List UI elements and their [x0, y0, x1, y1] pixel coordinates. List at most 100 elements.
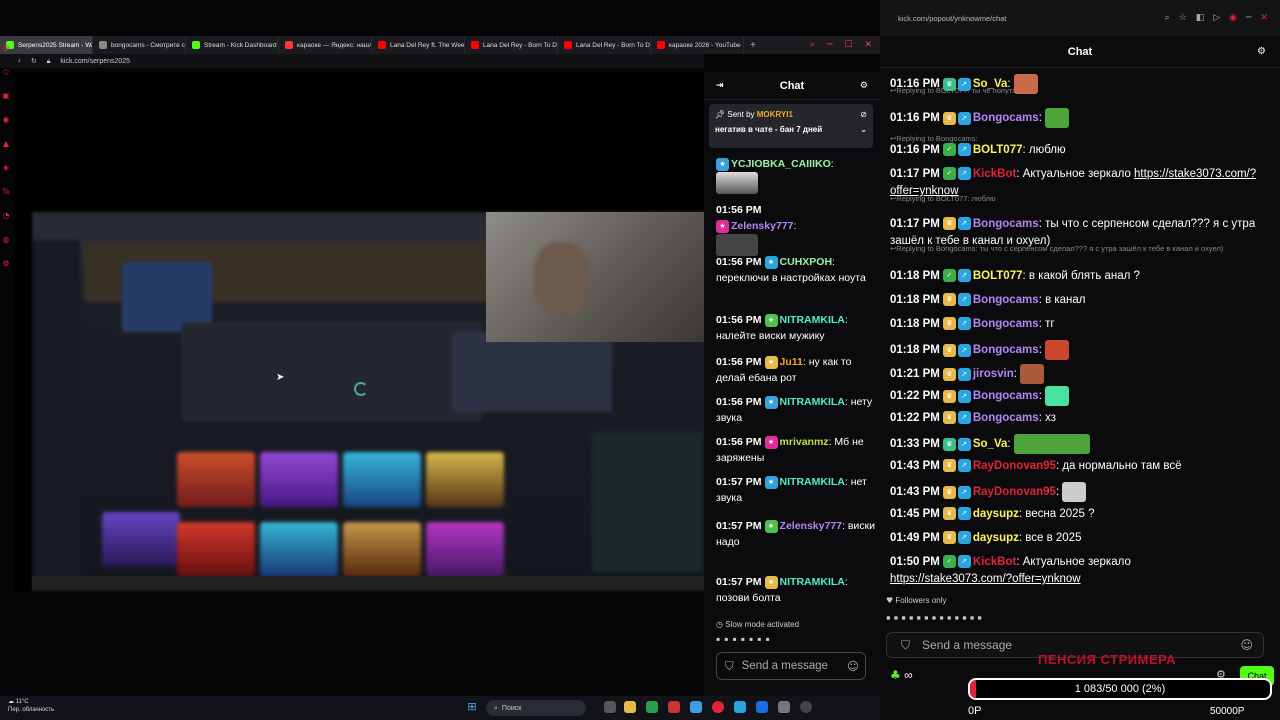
play-icon[interactable]: ▷ [1213, 13, 1220, 23]
message-time: 01:16 PM [890, 144, 940, 156]
sidebar-icon-3[interactable]: ▣ [2, 92, 10, 100]
popout-emote-row[interactable]: ▪▪▪▪▪▪▪▪▪▪▪▪▪ [886, 610, 985, 625]
message-username[interactable]: NITRAMKILA [780, 314, 845, 326]
points-display[interactable]: ♣ ∞ [890, 668, 913, 682]
user-badge-icon: ♛ [942, 317, 956, 331]
url-text[interactable]: kick.com/serpens2025 [60, 58, 130, 65]
message-username[interactable]: BOLT077 [973, 144, 1023, 156]
hide-pin-icon[interactable]: ⊘ [860, 110, 867, 119]
app-icon-1[interactable] [646, 701, 658, 713]
minimize-icon[interactable]: ─ [1246, 13, 1251, 23]
message-username[interactable]: Ju11 [780, 356, 803, 368]
close-icon[interactable]: ✕ [864, 40, 872, 50]
message-username[interactable]: NITRAMKILA [780, 396, 845, 408]
message-time: 01:18 PM [890, 344, 940, 357]
sidebar-icon-5[interactable]: ▲ [2, 140, 10, 148]
message-username[interactable]: So_Va [973, 438, 1008, 450]
sidebar-icon-7[interactable]: % [2, 188, 10, 196]
message-username[interactable]: RayDonovan95 [973, 460, 1056, 472]
message-link[interactable]: https://stake3073.com/?offer=ynknow [890, 573, 1081, 585]
browser-tab[interactable]: Serpens2025 Stream - Watch [0, 36, 93, 54]
popout-address-bar[interactable]: kick.com/popout/ynknowme/chat ⌕ ☆ ◧ ▷ ◉ … [880, 0, 1280, 36]
goal-progress-bar: 1 083/50 000 (2%) [968, 678, 1272, 700]
browser-tab[interactable]: bongocams - Смотрите с [93, 36, 186, 54]
maximize-icon[interactable]: ☐ [844, 40, 852, 50]
mid-chat-input[interactable]: ⛉ Send a message ☺ [716, 652, 866, 680]
app-icon-2[interactable] [690, 701, 702, 713]
zoom-icon[interactable]: ⌕ [1165, 13, 1170, 23]
emoji-icon[interactable]: ☺ [847, 659, 859, 673]
obs-icon[interactable] [800, 701, 812, 713]
sidebar-icon-10[interactable]: ⚙ [2, 260, 10, 268]
message-text: Актуальное зеркало [1022, 168, 1135, 180]
message-username[interactable]: Zelensky777 [780, 520, 842, 532]
sidebar-icon-1[interactable]: ◎ [2, 44, 10, 52]
address-bar[interactable]: ‹ ↻ 🔒︎ kick.com/serpens2025 [0, 54, 704, 68]
browser-tab[interactable]: Lana Del Rey - Born To Di [558, 36, 651, 54]
task-view-icon[interactable] [604, 701, 616, 713]
message-username[interactable]: KickBot [973, 556, 1016, 568]
sidebar-icon-9[interactable]: ◍ [2, 236, 10, 244]
message-username[interactable]: Bongocams [973, 390, 1039, 402]
search-icon[interactable]: ⌕ [810, 40, 815, 50]
start-icon[interactable]: ⊞ [466, 701, 478, 713]
message-username[interactable]: Bongocams [973, 218, 1039, 230]
pinned-sent-by-user[interactable]: MOKRYI1 [757, 110, 793, 119]
message-username[interactable]: Bongocams [973, 318, 1039, 330]
sidebar-icon-8[interactable]: ◔ [2, 212, 10, 220]
close-icon[interactable]: ✕ [1260, 13, 1268, 23]
reload-icon[interactable]: ↻ [31, 57, 37, 65]
message-username[interactable]: mrivanmz [780, 436, 829, 448]
sidebar-icon-4[interactable]: ◉ [2, 116, 10, 124]
browser-tab[interactable]: Lana Del Rey ft. The Week [372, 36, 465, 54]
popout-url[interactable]: kick.com/popout/ynknowme/chat [898, 14, 1006, 23]
emote-row[interactable]: ▪▪▪▪▪▪▪ [716, 632, 774, 646]
taskbar-search[interactable]: ⌕ Поиск [486, 700, 586, 716]
opera-menu-icon[interactable]: ◉ [1229, 13, 1237, 23]
message-username[interactable]: Bongocams [973, 294, 1039, 306]
message-username[interactable]: Bongocams [973, 112, 1039, 124]
chat-title: Chat [779, 79, 805, 92]
message-username[interactable]: BOLT077 [973, 270, 1023, 282]
pinned-message[interactable]: 📌︎ Sent by MOKRYI1 ⊘ негатив в чате - ба… [709, 104, 873, 148]
chat-settings-icon[interactable]: ⚙ [860, 81, 868, 91]
message-username[interactable]: daysupz [973, 508, 1019, 520]
message-username[interactable]: KickBot [973, 168, 1016, 180]
message-time: 01:56 PM [716, 436, 762, 448]
message-username[interactable]: RayDonovan95 [973, 486, 1056, 498]
expand-pin-icon[interactable]: ⌄ [860, 125, 867, 134]
bookmark-icon[interactable]: ☆ [1179, 13, 1187, 23]
minimize-icon[interactable]: ─ [827, 40, 832, 50]
message-username[interactable]: daysupz [973, 532, 1019, 544]
message-username[interactable]: Bongocams [973, 412, 1039, 424]
weather-widget[interactable]: ☁ 11°C Пер. облачность [8, 698, 54, 714]
file-explorer-icon[interactable] [624, 701, 636, 713]
message-username[interactable]: jirosvin [973, 368, 1014, 380]
message-username[interactable]: Zelensky777 [731, 220, 793, 232]
app-icon-4[interactable] [778, 701, 790, 713]
emoji-icon[interactable]: ☺ [1240, 638, 1253, 652]
browser-tab[interactable]: караоке 2026 - YouTube [651, 36, 744, 54]
stream-video[interactable]: ➤ [14, 72, 704, 592]
opera-icon[interactable] [712, 701, 724, 713]
telegram-icon[interactable] [734, 701, 746, 713]
message-username[interactable]: CUHXPOH [780, 256, 833, 268]
message-username[interactable]: So_Va [973, 78, 1008, 90]
windows-taskbar: ☁ 11°C Пер. облачность ⊞ ⌕ Поиск [0, 696, 880, 720]
yandex-icon[interactable] [668, 701, 680, 713]
message-username[interactable]: NITRAMKILA [780, 476, 845, 488]
message-username[interactable]: NITRAMKILA [780, 576, 845, 588]
message-username[interactable]: YCJIOBKA_CAIIIKO [731, 158, 831, 170]
message-username[interactable]: Bongocams [973, 344, 1039, 356]
new-tab-button[interactable]: + [744, 40, 762, 51]
browser-tab[interactable]: караоке — Яндекс: нашл [279, 36, 372, 54]
browser-tab[interactable]: Lana Del Rey - Born To Di [465, 36, 558, 54]
sidebar-icon-2[interactable]: ◇ [2, 68, 10, 76]
browser-tab[interactable]: Stream - Kick Dashboard [186, 36, 279, 54]
collapse-chat-icon[interactable]: ⇥ [716, 81, 724, 91]
app-icon-3[interactable] [756, 701, 768, 713]
sidebar-icon-6[interactable]: ◈ [2, 164, 10, 172]
extensions-icon[interactable]: ◧ [1196, 13, 1205, 23]
popout-settings-icon[interactable]: ⚙ [1257, 46, 1266, 57]
back-icon[interactable]: ‹ [18, 57, 21, 65]
